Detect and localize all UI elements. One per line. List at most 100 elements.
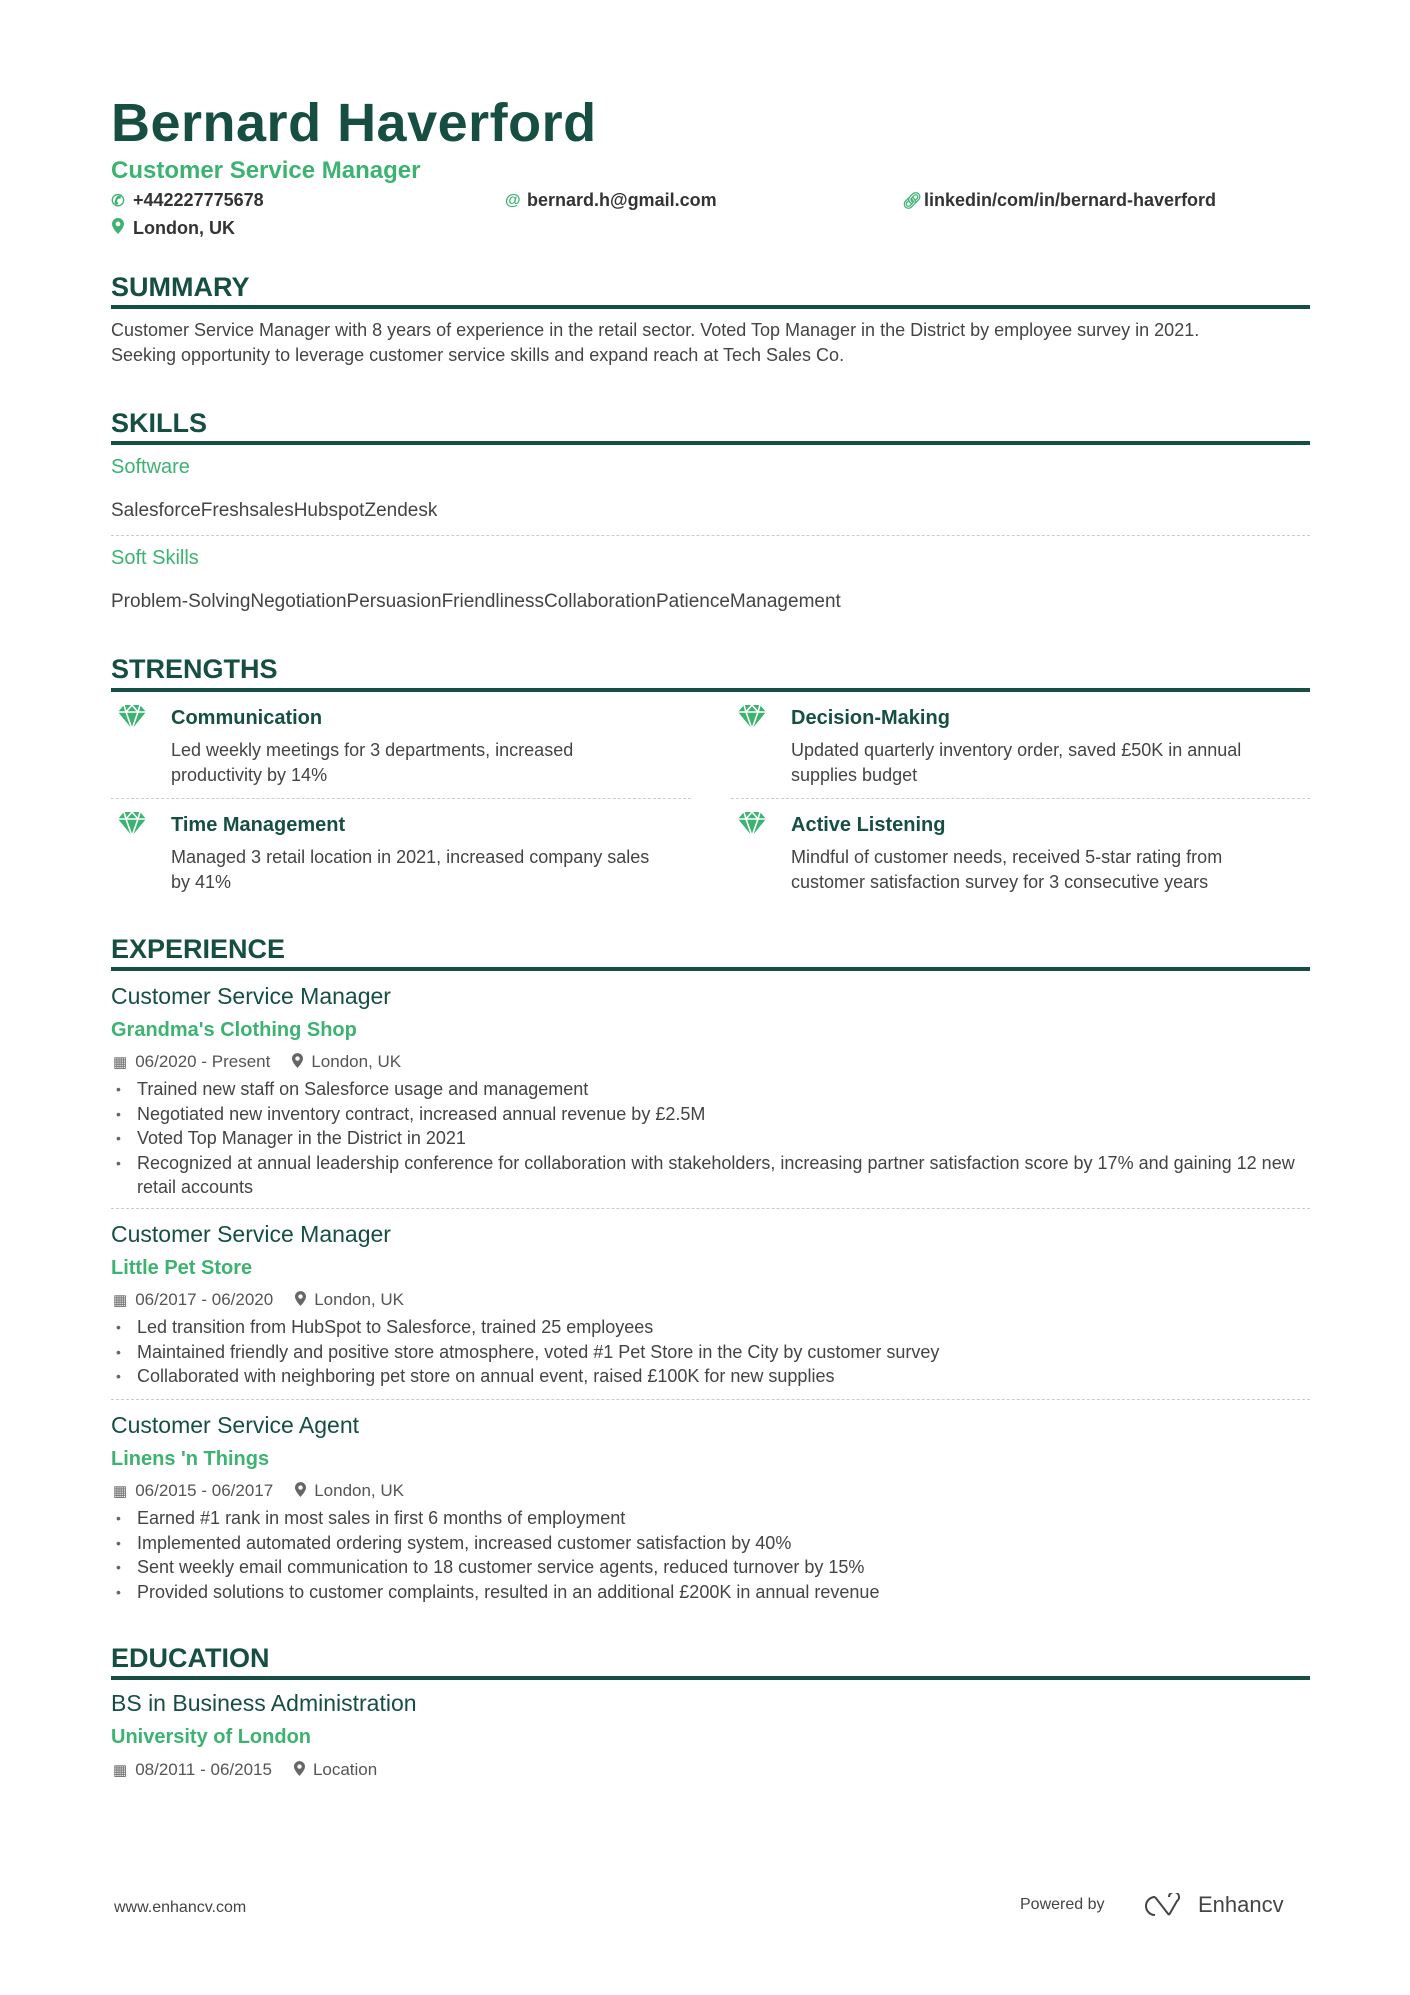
skill-group-name: Soft Skills	[111, 547, 199, 569]
candidate-title: Customer Service Manager	[111, 157, 421, 184]
linkedin[interactable]: 🔗︎ linkedin/com/in/bernard-haverford	[902, 190, 1216, 211]
strength-desc-line: supplies budget	[791, 765, 918, 785]
strength-desc: Led weekly meetings for 3 departments, i…	[171, 738, 573, 788]
location-pin-icon	[295, 1481, 307, 1501]
diamond-icon	[117, 810, 147, 843]
strength-desc-line: Managed 3 retail location in 2021, incre…	[171, 847, 650, 867]
at-icon: @	[505, 191, 521, 209]
location-pin-icon	[295, 1290, 307, 1310]
strength-title: Decision-Making	[791, 707, 950, 729]
calendar-icon: ▦	[113, 1292, 128, 1309]
skills-heading: SKILLS	[111, 408, 208, 438]
diamond-icon	[737, 703, 767, 736]
strength-desc: Managed 3 retail location in 2021, incre…	[171, 845, 649, 895]
location-pin-icon	[292, 1052, 304, 1072]
dashed-divider	[111, 798, 691, 799]
summary-line: Customer Service Manager with 8 years of…	[111, 320, 1200, 340]
powered-by-label: Powered by	[1020, 1896, 1105, 1913]
enhancv-brand[interactable]: Enhancv	[1198, 1892, 1284, 1918]
section-divider	[111, 441, 1310, 445]
job-location: London, UK	[314, 1481, 404, 1500]
job-meta: ▦ 06/2015 - 06/2017 London, UK	[113, 1481, 404, 1501]
education-meta: ▦ 08/2011 - 06/2015 Location	[113, 1760, 377, 1780]
bullet-item: Recognized at annual leadership conferen…	[111, 1151, 1310, 1200]
bullet-item: Earned #1 rank in most sales in first 6 …	[111, 1506, 1310, 1531]
job-dates: 06/2015 - 06/2017	[135, 1481, 274, 1500]
job-meta: ▦ 06/2020 - Present London, UK	[113, 1052, 401, 1072]
dashed-divider	[111, 1399, 1310, 1400]
dashed-divider	[731, 798, 1310, 799]
phone-icon: ✆	[111, 192, 125, 210]
diamond-icon	[117, 703, 147, 736]
company-name: Grandma's Clothing Shop	[111, 1019, 357, 1041]
location-text: London, UK	[133, 218, 235, 238]
job-location: London, UK	[311, 1052, 402, 1071]
diamond-icon	[737, 810, 767, 843]
strength-title: Communication	[171, 707, 323, 729]
company-name: Little Pet Store	[111, 1257, 253, 1279]
dashed-divider	[111, 535, 1310, 536]
strength-desc: Updated quarterly inventory order, saved…	[791, 738, 1241, 788]
job-location: London, UK	[314, 1290, 404, 1309]
education-dates: 08/2011 - 06/2015	[135, 1760, 272, 1779]
section-divider	[111, 305, 1310, 309]
location: London, UK	[111, 218, 235, 239]
candidate-name: Bernard Haverford	[111, 93, 597, 153]
bullet-item: Led transition from HubSpot to Salesforc…	[111, 1315, 1310, 1340]
strength-desc-line: by 41%	[171, 872, 232, 892]
enhancv-logo-icon	[1139, 1891, 1187, 1924]
job-bullets: Led transition from HubSpot to Salesforc…	[111, 1315, 1310, 1389]
degree: BS in Business Administration	[111, 1690, 417, 1716]
school-name: University of London	[111, 1726, 311, 1748]
skill-items: SalesforceFreshsalesHubspotZendesk	[111, 500, 438, 521]
section-divider	[111, 688, 1310, 692]
job-title: Customer Service Agent	[111, 1412, 360, 1438]
strength-title: Active Listening	[791, 814, 946, 836]
bullet-item: Provided solutions to customer complaint…	[111, 1580, 1310, 1605]
strength-desc-line: Led weekly meetings for 3 departments, i…	[171, 740, 574, 760]
job-bullets: Trained new staff on Salesforce usage an…	[111, 1077, 1310, 1200]
strength-title: Time Management	[171, 814, 346, 836]
summary-text: Customer Service Manager with 8 years of…	[111, 318, 1311, 368]
strength-desc-line: Mindful of customer needs, received 5-st…	[791, 847, 1223, 867]
dashed-divider	[111, 1208, 1310, 1209]
bullet-item: Collaborated with neighboring pet store …	[111, 1364, 1310, 1389]
job-dates: 06/2017 - 06/2020	[135, 1290, 274, 1309]
job-title: Customer Service Manager	[111, 983, 391, 1009]
strength-desc-line: productivity by 14%	[171, 765, 328, 785]
bullet-item: Voted Top Manager in the District in 202…	[111, 1126, 1310, 1151]
experience-heading: EXPERIENCE	[111, 934, 286, 964]
bullet-item: Implemented automated ordering system, i…	[111, 1531, 1310, 1556]
education-location: Location	[312, 1760, 378, 1779]
strength-desc: Mindful of customer needs, received 5-st…	[791, 845, 1222, 895]
calendar-icon: ▦	[113, 1054, 128, 1071]
phone-text: +442227775678	[133, 190, 264, 210]
summary-line: Seeking opportunity to leverage customer…	[111, 345, 845, 365]
website-link[interactable]: www.enhancv.com	[114, 1899, 246, 1917]
location-pin-icon	[111, 218, 125, 239]
location-pin-icon	[293, 1760, 305, 1780]
linkedin-text[interactable]: linkedin/com/in/bernard-haverford	[924, 190, 1216, 211]
job-bullets: Earned #1 rank in most sales in first 6 …	[111, 1506, 1310, 1604]
bullet-item: Maintained friendly and positive store a…	[111, 1340, 1310, 1365]
calendar-icon: ▦	[113, 1762, 128, 1779]
strength-desc-line: Updated quarterly inventory order, saved…	[791, 740, 1242, 760]
company-name: Linens 'n Things	[111, 1448, 270, 1470]
summary-heading: SUMMARY	[111, 272, 250, 302]
job-meta: ▦ 06/2017 - 06/2020 London, UK	[113, 1290, 404, 1310]
skill-items: Problem-SolvingNegotiationPersuasionFrie…	[111, 591, 841, 612]
section-divider	[111, 1676, 1310, 1680]
calendar-icon: ▦	[113, 1483, 128, 1500]
email-text[interactable]: bernard.h@gmail.com	[527, 190, 717, 211]
skill-group-name: Software	[111, 456, 190, 478]
bullet-item: Sent weekly email communication to 18 cu…	[111, 1555, 1310, 1580]
bullet-item: Trained new staff on Salesforce usage an…	[111, 1077, 1310, 1102]
education-heading: EDUCATION	[111, 1643, 270, 1673]
email[interactable]: @ bernard.h@gmail.com	[505, 190, 717, 211]
job-dates: 06/2020 - Present	[135, 1052, 271, 1071]
job-title: Customer Service Manager	[111, 1221, 391, 1247]
strength-desc-line: customer satisfaction survey for 3 conse…	[791, 872, 1209, 892]
phone: ✆ +442227775678	[111, 190, 264, 211]
strengths-heading: STRENGTHS	[111, 654, 278, 684]
bullet-item: Negotiated new inventory contract, incre…	[111, 1102, 1310, 1127]
